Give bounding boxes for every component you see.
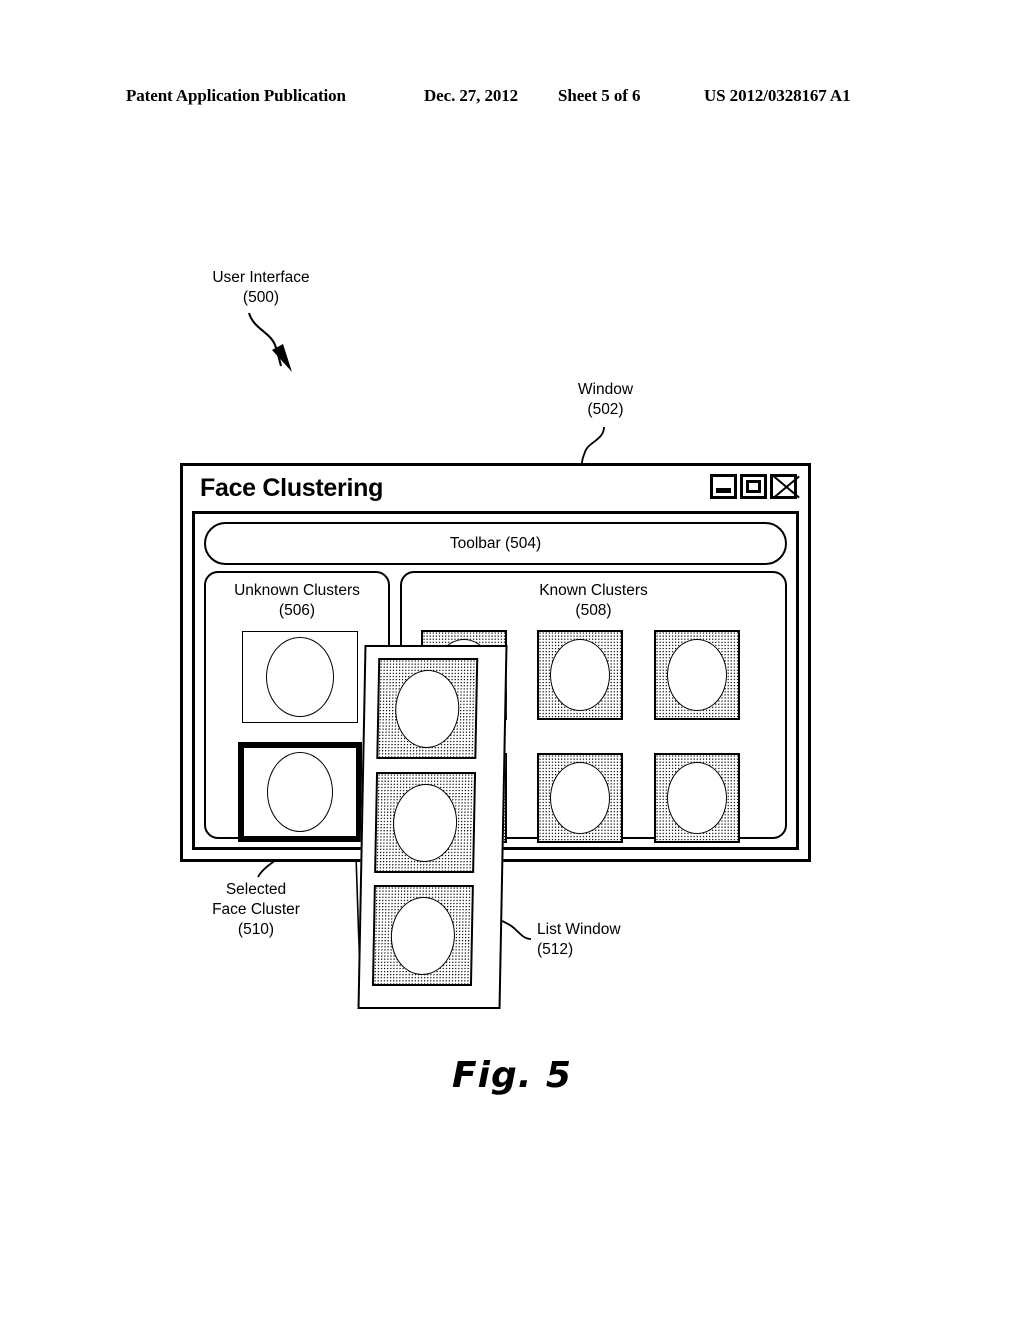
patent-date-label: Dec. 27, 2012 xyxy=(424,86,519,105)
list-face-thumbnail-2[interactable] xyxy=(374,772,477,873)
patent-sheet-label: Sheet 5 of 6 xyxy=(558,86,641,105)
patent-publication-label: Patent Application Publication xyxy=(126,86,346,105)
toolbar-label: Toolbar (504) xyxy=(449,534,542,552)
callout-user-interface: User Interface (500) xyxy=(212,269,310,306)
face-oval-icon xyxy=(394,669,461,748)
maximize-icon[interactable] xyxy=(740,474,767,499)
list-face-thumbnail-1[interactable] xyxy=(376,658,479,759)
window-title-text: Face Clustering xyxy=(200,473,384,502)
known-clusters-title: Known Clusters (508) xyxy=(539,582,648,619)
selected-face-cluster-thumbnail[interactable] xyxy=(238,742,362,842)
callout-window: Window (502) xyxy=(577,381,634,418)
patent-number-label: US 2012/0328167 A1 xyxy=(704,86,851,105)
unknown-face-thumbnail-1[interactable] xyxy=(242,631,358,723)
unknown-clusters-title: Unknown Clusters (506) xyxy=(234,582,360,619)
figure-caption: Fig. 5 xyxy=(452,1055,572,1096)
face-oval-icon xyxy=(392,783,458,862)
face-oval-icon xyxy=(667,639,727,711)
face-oval-icon xyxy=(667,762,727,834)
face-oval-icon xyxy=(550,639,610,711)
list-face-thumbnail-3[interactable] xyxy=(371,885,474,986)
patent-header: Patent Application Publication Dec. 27, … xyxy=(0,86,1024,114)
window-title-bar[interactable]: Face Clustering xyxy=(183,466,808,510)
known-face-thumbnail-3[interactable] xyxy=(654,630,740,720)
known-face-thumbnail-2[interactable] xyxy=(537,630,623,720)
minimize-icon[interactable] xyxy=(710,474,737,499)
list-window[interactable] xyxy=(357,645,508,1009)
face-oval-icon xyxy=(390,896,456,975)
callout-list-window: List Window (512) xyxy=(537,921,621,958)
known-face-thumbnail-6[interactable] xyxy=(654,753,740,843)
close-icon[interactable] xyxy=(770,474,800,499)
face-oval-icon xyxy=(267,752,333,832)
face-oval-icon xyxy=(266,637,334,717)
toolbar[interactable]: Toolbar (504) xyxy=(204,522,787,565)
face-oval-icon xyxy=(550,762,610,834)
window-controls xyxy=(710,474,800,499)
callout-selected-face-cluster: Selected Face Cluster (510) xyxy=(212,881,300,938)
known-face-thumbnail-5[interactable] xyxy=(537,753,623,843)
